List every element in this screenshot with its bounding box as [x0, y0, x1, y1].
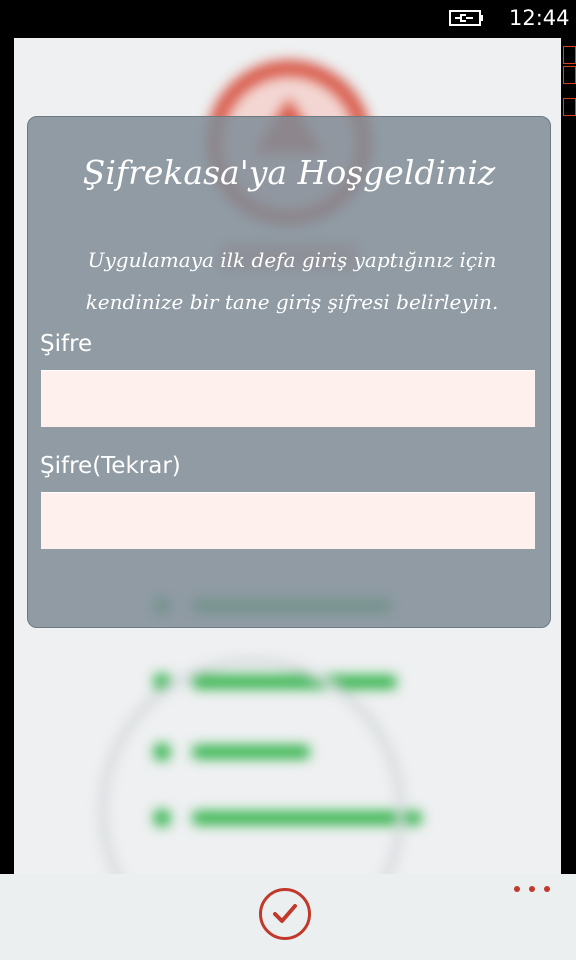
password-repeat-label: Şifre(Tekrar): [40, 453, 181, 479]
ok-button[interactable]: [259, 888, 311, 940]
password-label: Şifre: [40, 331, 93, 357]
background-decoration: [99, 658, 405, 874]
status-bar: 12:44: [0, 0, 576, 38]
strip-marker: [563, 46, 576, 64]
debug-strip: [561, 38, 576, 874]
ellipsis-icon: [529, 886, 535, 892]
ellipsis-icon: [514, 886, 520, 892]
dialog-message: Uygulamaya ilk defa giriş yaptığınız içi…: [85, 248, 499, 314]
more-options-button[interactable]: [514, 886, 550, 898]
password-field[interactable]: [41, 370, 535, 427]
battery-charging-icon: [449, 10, 483, 26]
dialog-title: Şifrekasa'ya Hoşgeldiniz: [82, 153, 496, 192]
ellipsis-icon: [544, 886, 550, 892]
password-repeat-field[interactable]: [41, 492, 535, 549]
checkmark-icon: [273, 904, 297, 923]
welcome-dialog: Şifrekasa'ya Hoşgeldiniz Uygulamaya ilk …: [27, 116, 551, 628]
app-bar: [0, 874, 576, 960]
strip-marker: [563, 98, 576, 116]
clock: 12:44: [509, 6, 570, 30]
strip-marker: [563, 66, 576, 84]
